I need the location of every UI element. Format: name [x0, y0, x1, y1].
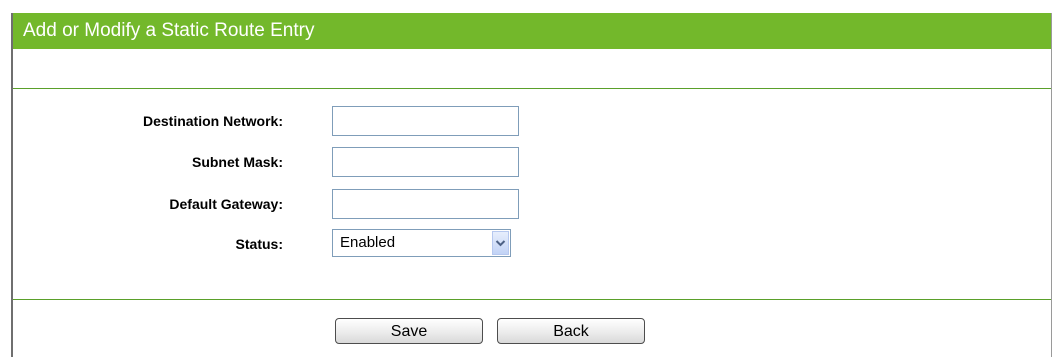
- subnet-mask-input[interactable]: [332, 147, 519, 177]
- static-route-panel: Add or Modify a Static Route Entry Desti…: [11, 13, 1052, 357]
- bottom-separator: [13, 299, 1051, 300]
- default-gateway-row: Default Gateway:: [13, 189, 1053, 219]
- back-button[interactable]: Back: [497, 318, 645, 344]
- status-select[interactable]: Enabled: [332, 229, 511, 257]
- status-row: Status: Enabled: [13, 229, 1053, 259]
- destination-network-label: Destination Network:: [142, 113, 283, 129]
- default-gateway-input[interactable]: [332, 189, 519, 219]
- top-separator: [13, 88, 1051, 89]
- chevron-down-icon[interactable]: [492, 231, 509, 255]
- save-button[interactable]: Save: [335, 318, 483, 344]
- default-gateway-label: Default Gateway:: [169, 196, 283, 212]
- subnet-mask-label: Subnet Mask:: [191, 154, 283, 170]
- destination-network-row: Destination Network:: [13, 106, 1053, 136]
- page-title: Add or Modify a Static Route Entry: [13, 13, 1051, 49]
- destination-network-input[interactable]: [332, 106, 519, 136]
- subnet-mask-row: Subnet Mask:: [13, 147, 1053, 177]
- status-selected-value: Enabled: [340, 234, 396, 251]
- status-label: Status:: [235, 236, 283, 252]
